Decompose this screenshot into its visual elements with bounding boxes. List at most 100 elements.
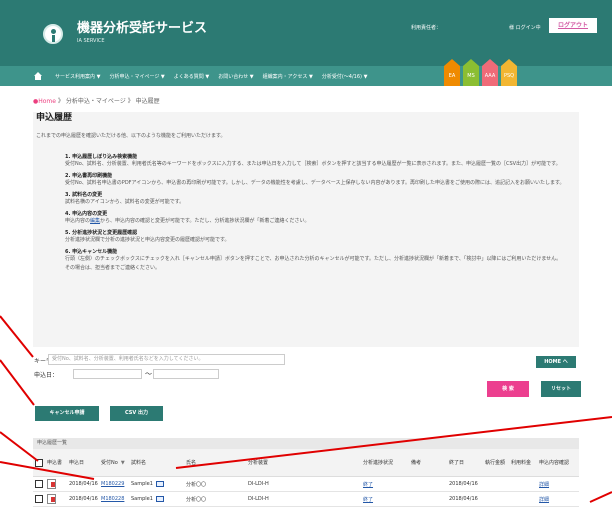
header-application-form: 申込書 <box>47 460 63 466</box>
header-sample-name: 試料名 <box>131 460 147 466</box>
header-application-date: 申込日 <box>69 460 85 466</box>
receipt-number-link[interactable]: M180229 <box>99 477 129 491</box>
select-all-checkbox[interactable] <box>35 458 43 467</box>
pdf-icon[interactable] <box>47 494 56 504</box>
reset-button[interactable]: リセット <box>541 381 581 397</box>
breadcrumb-home[interactable]: ●Home <box>33 98 56 105</box>
application-date: 2018/04/16 <box>69 496 98 502</box>
feature-title: 4. 申込内容の変更 <box>65 211 108 217</box>
row-checkbox-cell[interactable] <box>33 492 45 506</box>
edit-sample-name-icon[interactable] <box>155 496 164 502</box>
analysis-status-link[interactable]: 終了 <box>361 477 409 491</box>
tab-ea[interactable]: EA <box>444 59 460 86</box>
history-table: 申込書 申込日 受付No ▼ 試料名 氏名 分析装置 分析進捗状況 備考 終了日 … <box>33 449 579 507</box>
remarks <box>409 477 447 491</box>
feature-title: 3. 試料名の変更 <box>65 192 103 198</box>
analysis-device: DI-LDI-H <box>248 496 269 502</box>
nav-contact[interactable]: お問い合わせ ▼ <box>218 73 253 80</box>
table-header: 申込書 申込日 受付No ▼ 試料名 氏名 分析装置 分析進捗状況 備考 終了日 … <box>33 449 579 477</box>
feature-title: 6. 申込キャンセル機能 <box>65 249 118 255</box>
feature-text: 受付No、試料名申込書のPDFアイコンから、申込書の再印刷が可能です。しかし、デ… <box>65 180 565 186</box>
feature-text: 試料名横のアイコンから、試料名の変更が可能です。 <box>65 199 185 205</box>
login-status: 様 ログイン中 <box>509 25 541 31</box>
row-checkbox-cell[interactable] <box>33 477 45 491</box>
callout-line <box>0 359 35 406</box>
feature-text: 申込内容の編集から、申込内容の確認と変更が可能です。ただし、分析進捗状況欄が「新… <box>65 217 565 226</box>
cancel-request-button[interactable]: キャンセル申請 <box>35 406 99 421</box>
header-receipt-number-label: 受付No <box>101 460 118 466</box>
header-execution-amount: 執行金額 <box>485 460 506 466</box>
home-button[interactable]: HOME ヘ <box>536 356 576 368</box>
header-receipt-number[interactable]: 受付No ▼ <box>99 449 129 476</box>
nav-service-guide[interactable]: サービス利用案内 ▼ <box>55 73 100 80</box>
row-checkbox[interactable] <box>35 495 43 503</box>
sample-name-cell: Sample1 <box>129 492 184 506</box>
user-name: 分析〇〇 <box>186 481 207 488</box>
nav-organization-access[interactable]: 組織案内・アクセス ▼ <box>263 73 313 80</box>
nav-analysis-reception[interactable]: 分析受付(～4/16) ▼ <box>322 73 368 80</box>
keyword-search-input[interactable]: 受付No、試料名、分析装置、利用者氏名などを入力してください。 <box>48 354 285 365</box>
analysis-status-link[interactable]: 終了 <box>361 492 409 506</box>
pdf-cell[interactable] <box>45 477 67 491</box>
search-button[interactable]: 検 索 <box>487 381 529 397</box>
service-tabs: EA MS AAA PSQ <box>444 59 517 86</box>
feature-description: これまでの申込履歴を確認いただける他、以下のような機能をご利用いただけます。 1… <box>33 124 579 368</box>
site-header: 機器分析受託サービス IA SERVICE 利用責任者： 様 ログイン中 ログア… <box>0 0 612 66</box>
application-date-label: 申込日： <box>34 372 59 379</box>
application-date: 2018/04/16 <box>69 481 98 487</box>
feature-title: 1. 申込履歴しぼり込み検索機能 <box>65 154 138 160</box>
callout-line <box>589 491 612 503</box>
table-row: 2018/04/16 M180228 Sample1 分析〇〇 DI-LDI-H… <box>33 492 579 507</box>
receipt-number-link[interactable]: M180228 <box>99 492 129 506</box>
usage-fee <box>509 492 537 506</box>
sort-icon[interactable]: ▼ <box>121 460 125 466</box>
user-name: 分析〇〇 <box>186 496 207 503</box>
end-date: 2018/04/16 <box>449 481 478 487</box>
header-usage-fee: 利用料金 <box>511 460 532 466</box>
service-logo <box>43 24 63 44</box>
sample-name: Sample1 <box>131 481 153 487</box>
header-remarks: 備考 <box>411 460 422 466</box>
app-subtitle: IA SERVICE <box>77 38 105 44</box>
remarks <box>409 492 447 506</box>
details-link[interactable]: 詳細 <box>537 492 579 506</box>
sample-name-cell: Sample1 <box>129 477 184 491</box>
row-checkbox[interactable] <box>35 480 43 488</box>
usage-fee <box>509 477 537 491</box>
app-title: 機器分析受託サービス <box>77 21 208 36</box>
feature-text: 行頭（左側）のチェックボックスにチェックを入れ［キャンセル申請］ボタンを押すこと… <box>65 255 565 273</box>
callout-line <box>0 315 34 358</box>
feature-text-part: から、申込内容の確認と変更が可能です。ただし、分析進捗状況欄が「新着 <box>100 218 270 224</box>
header-analysis-status: 分析進捗状況 <box>363 460 394 466</box>
date-start-input[interactable] <box>73 369 142 379</box>
user-label: 利用責任者： <box>411 25 442 31</box>
feature-text-part: ご連絡ください。 <box>269 218 310 224</box>
feature-text: 分析進捗状況欄で分析の進捗状況と申込内容変更の履歴確認が可能です。 <box>65 237 230 243</box>
tab-ms[interactable]: MS <box>463 59 479 86</box>
history-list-title: 申込履歴一覧 <box>33 438 579 449</box>
date-range-separator: ～ <box>145 370 152 378</box>
end-date: 2018/04/16 <box>449 496 478 502</box>
date-end-input[interactable] <box>153 369 219 379</box>
nav-application-mypage[interactable]: 分析申込・マイページ ▼ <box>109 73 164 80</box>
nav-faq[interactable]: よくある質問 ▼ <box>174 73 209 80</box>
analysis-device: DI-LDI-H <box>248 481 269 487</box>
pdf-icon[interactable] <box>47 479 56 489</box>
breadcrumb-separator: 》 <box>57 98 64 105</box>
select-all-cell[interactable] <box>33 449 45 476</box>
header-analysis-device: 分析装置 <box>248 460 269 466</box>
tab-psq[interactable]: PSQ <box>501 59 517 86</box>
execution-amount <box>483 477 509 491</box>
edit-link[interactable]: 編集 <box>90 218 100 224</box>
details-link[interactable]: 詳細 <box>537 477 579 491</box>
breadcrumb-mypage[interactable]: 分析申込・マイページ <box>66 98 126 105</box>
logout-button[interactable]: ログアウト <box>549 18 597 33</box>
edit-sample-name-icon[interactable] <box>155 481 164 487</box>
main-navigation: サービス利用案内 ▼ 分析申込・マイページ ▼ よくある質問 ▼ お問い合わせ … <box>0 66 612 86</box>
home-icon[interactable] <box>34 72 42 80</box>
tab-aaa[interactable]: AAA <box>482 59 498 86</box>
feature-title: 5. 分析進捗状況と変更履歴確認 <box>65 230 138 236</box>
pdf-cell[interactable] <box>45 492 67 506</box>
breadcrumb-separator: 》 <box>127 98 134 105</box>
csv-export-button[interactable]: CSV 出力 <box>110 406 163 421</box>
